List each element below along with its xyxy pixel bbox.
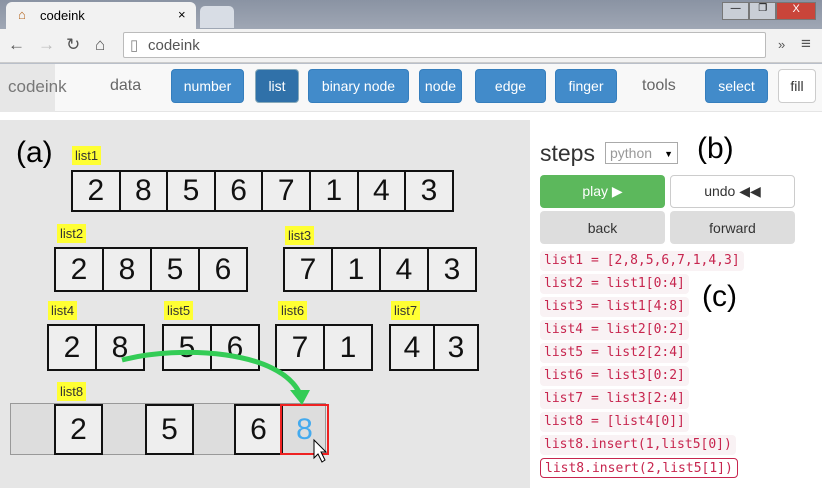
code-step[interactable]: list4 = list2[0:2] [540,320,689,340]
arrow-path [121,349,303,396]
code-step[interactable]: list5 = list2[2:4] [540,343,689,363]
fill-button[interactable]: fill [778,69,816,103]
code-step[interactable]: list2 = list1[0:4] [540,274,689,294]
move-arrow [121,349,328,463]
code-step[interactable]: list8.insert(2,list5[1]) [540,458,738,478]
code-step[interactable]: list7 = list3[2:4] [540,389,689,409]
restore-icon[interactable]: ❐ [749,2,777,20]
language-value: python [610,145,653,161]
back-button[interactable]: back [540,211,665,244]
cursor-icon [313,438,328,463]
steps-title: steps [540,140,595,166]
label-b: (b) [697,132,734,165]
code-step[interactable]: list8.insert(1,list5[0]) [540,435,736,455]
finger-button[interactable]: finger [555,69,617,103]
tools-label: tools [642,77,676,94]
chevron-down-icon: ▼ [664,149,673,159]
select-button[interactable]: select [705,69,768,103]
code-step[interactable]: list8 = [list4[0]] [540,412,689,432]
language-select[interactable]: python ▼ [605,142,678,164]
forward-button[interactable]: forward [670,211,795,244]
undo-button[interactable]: undo ◀◀ [670,175,795,208]
window-controls: — ❐ X [722,2,816,20]
label-c: (c) [702,280,737,313]
menu-icon[interactable]: ≡ [801,34,811,54]
code-step[interactable]: list3 = list1[4:8] [540,297,689,317]
minimize-icon[interactable]: — [722,2,750,20]
arrow-head-icon [290,390,310,405]
code-step[interactable]: list6 = list3[0:2] [540,366,689,386]
play-button[interactable]: play ▶ [540,175,665,208]
close-window-icon[interactable]: X [776,2,816,20]
code-step[interactable]: list1 = [2,8,5,6,7,1,4,3] [540,251,744,271]
extensions-overflow-icon[interactable]: » [778,37,785,52]
